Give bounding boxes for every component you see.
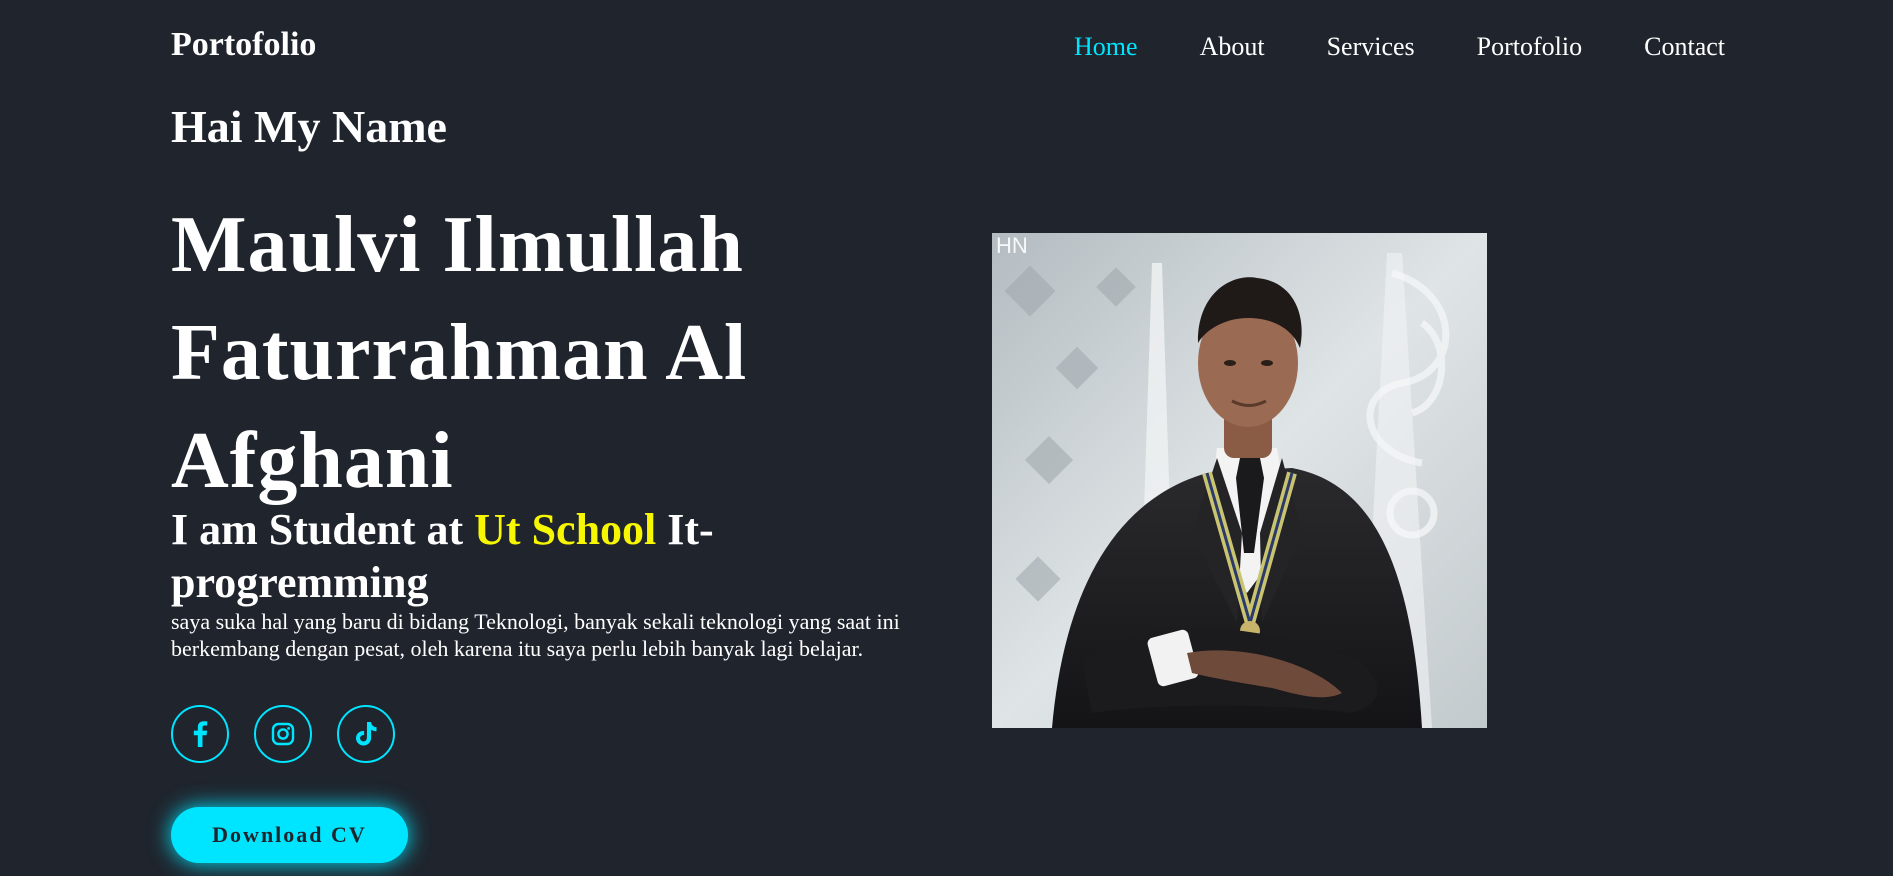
role-prefix: I am Student at bbox=[171, 505, 464, 554]
tiktok-icon bbox=[356, 722, 377, 746]
photo-corner-text: HN bbox=[996, 233, 1028, 258]
instagram-icon bbox=[271, 722, 295, 746]
main-nav: Home About Services Portofolio Contact bbox=[1012, 34, 1725, 60]
hero-description: saya suka hal yang baru di bidang Teknol… bbox=[171, 609, 900, 661]
download-cv-button[interactable]: Download CV bbox=[171, 807, 408, 863]
profile-photo-illustration: HN bbox=[992, 233, 1487, 728]
greeting: Hai My Name bbox=[171, 101, 447, 152]
hero-role: I am Student at Ut School It-progremming bbox=[171, 503, 811, 609]
nav-home[interactable]: Home bbox=[1074, 34, 1138, 60]
tiktok-link[interactable] bbox=[337, 705, 395, 763]
role-highlight: Ut School bbox=[474, 505, 657, 554]
hero-name: Maulvi Ilmullah Faturrahman Al Afghani bbox=[171, 201, 748, 505]
profile-photo: HN bbox=[992, 233, 1487, 728]
logo[interactable]: Portofolio bbox=[171, 28, 316, 62]
nav-contact[interactable]: Contact bbox=[1644, 34, 1725, 60]
facebook-link[interactable] bbox=[171, 705, 229, 763]
social-links bbox=[171, 705, 420, 763]
facebook-icon bbox=[193, 721, 208, 747]
nav-portofolio[interactable]: Portofolio bbox=[1477, 34, 1582, 60]
nav-about[interactable]: About bbox=[1200, 34, 1265, 60]
nav-services[interactable]: Services bbox=[1327, 34, 1415, 60]
page: Portofolio Home About Services Portofoli… bbox=[0, 0, 1893, 876]
instagram-link[interactable] bbox=[254, 705, 312, 763]
